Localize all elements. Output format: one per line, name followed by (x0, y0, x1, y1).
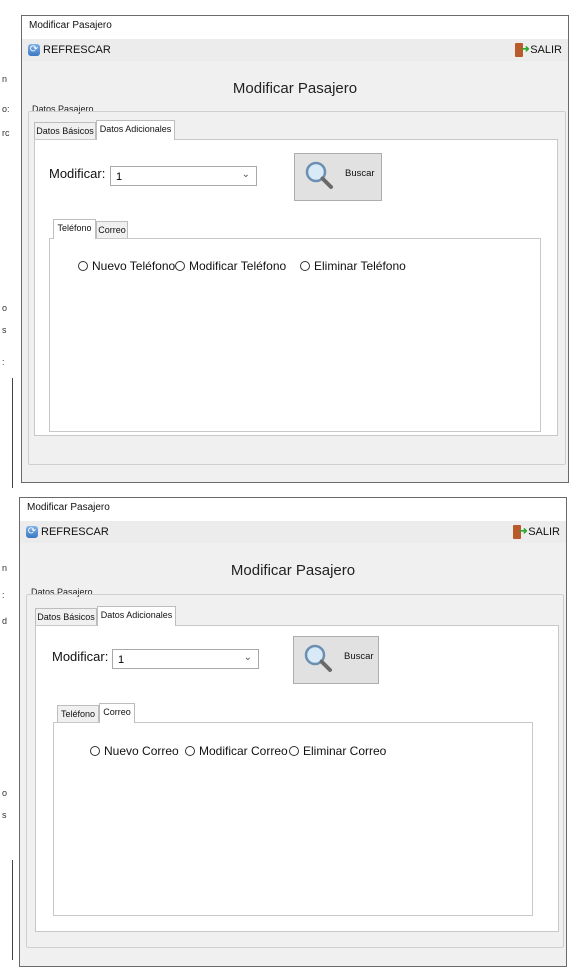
toolbar: ⟳ REFRESCAR ➜ SALIR (20, 521, 566, 543)
radio-icon (300, 261, 310, 271)
radio-modificar-telefono[interactable]: Modificar Teléfono (175, 259, 286, 273)
exit-button[interactable]: ➜ SALIR (513, 524, 560, 540)
tab-correo[interactable]: Correo (99, 703, 135, 723)
radio-eliminar-correo[interactable]: Eliminar Correo (289, 744, 386, 758)
refresh-icon: ⟳ (26, 526, 38, 538)
refresh-label: REFRESCAR (41, 526, 109, 538)
tab-correo[interactable]: Correo (96, 221, 128, 239)
exit-label: SALIR (530, 44, 562, 56)
refresh-label: REFRESCAR (43, 44, 111, 56)
bg-divider (12, 378, 13, 488)
buscar-button[interactable]: Buscar (294, 153, 382, 201)
tab-datos-adicionales[interactable]: Datos Adicionales (97, 606, 176, 626)
refresh-icon: ⟳ (28, 44, 40, 56)
magnifier-icon (304, 644, 332, 672)
bg-fragment: : (2, 590, 5, 600)
title-bar: Modificar Pasajero (20, 498, 566, 521)
chevron-down-icon: ⌄ (243, 652, 252, 663)
radio-icon (175, 261, 185, 271)
bg-fragment: o: (2, 104, 10, 114)
radio-label: Eliminar Correo (303, 744, 387, 758)
radio-icon (90, 746, 100, 756)
bg-fragment: rc (2, 128, 10, 138)
tab-datos-basicos[interactable]: Datos Básicos (34, 122, 96, 140)
modificar-select[interactable]: 1 ⌄ (112, 649, 259, 669)
toolbar: ⟳ REFRESCAR ➜ SALIR (22, 39, 568, 61)
title-bar: Modificar Pasajero (22, 16, 568, 39)
radio-nuevo-telefono[interactable]: Nuevo Teléfono (78, 259, 175, 273)
radio-nuevo-correo[interactable]: Nuevo Correo (90, 744, 179, 758)
radio-icon (78, 261, 88, 271)
exit-label: SALIR (528, 526, 560, 538)
bg-fragment: d (2, 616, 8, 626)
refresh-button[interactable]: ⟳ REFRESCAR (28, 42, 111, 58)
radio-label: Nuevo Teléfono (92, 259, 176, 273)
window-correo: Modificar Pasajero ⟳ REFRESCAR ➜ SALIR M… (19, 497, 567, 967)
radio-label: Modificar Correo (199, 744, 288, 758)
magnifier-icon (305, 161, 333, 189)
bg-fragment: o (2, 303, 8, 313)
radio-eliminar-telefono[interactable]: Eliminar Teléfono (300, 259, 406, 273)
radio-icon (289, 746, 299, 756)
bg-fragment: o (2, 788, 8, 798)
window-title: Modificar Pasajero (29, 20, 112, 31)
modificar-label: Modificar: (52, 649, 109, 664)
buscar-label: Buscar (344, 651, 374, 662)
radio-modificar-correo[interactable]: Modificar Correo (185, 744, 288, 758)
bg-fragment: s (2, 325, 7, 335)
radio-label: Modificar Teléfono (189, 259, 287, 273)
tab-datos-adicionales[interactable]: Datos Adicionales (96, 120, 175, 140)
bg-divider (12, 860, 13, 960)
exit-button[interactable]: ➜ SALIR (515, 42, 562, 58)
bg-fragment: s (2, 810, 7, 820)
exit-icon: ➜ (513, 525, 528, 539)
radio-label: Nuevo Correo (104, 744, 179, 758)
window-telefono: Modificar Pasajero ⟳ REFRESCAR ➜ SALIR M… (21, 15, 569, 483)
tab-telefono[interactable]: Teléfono (57, 705, 99, 723)
radio-icon (185, 746, 195, 756)
refresh-button[interactable]: ⟳ REFRESCAR (26, 524, 109, 540)
radio-label: Eliminar Teléfono (314, 259, 406, 273)
bg-fragment: : (2, 357, 5, 367)
tab-datos-basicos[interactable]: Datos Básicos (35, 608, 97, 626)
buscar-button[interactable]: Buscar (293, 636, 379, 684)
page-title: Modificar Pasajero (232, 80, 358, 97)
chevron-down-icon: ⌄ (241, 169, 250, 180)
exit-icon: ➜ (515, 43, 530, 57)
page-title: Modificar Pasajero (230, 562, 356, 579)
modificar-select-value: 1 (116, 171, 123, 183)
bg-fragment: n (2, 563, 8, 573)
modificar-select[interactable]: 1 ⌄ (110, 166, 257, 186)
window-title: Modificar Pasajero (27, 502, 110, 513)
tab-telefono[interactable]: Teléfono (53, 219, 96, 239)
buscar-label: Buscar (345, 168, 375, 179)
modificar-select-value: 1 (118, 654, 125, 666)
bg-fragment: n (2, 74, 8, 84)
modificar-label: Modificar: (49, 166, 106, 181)
